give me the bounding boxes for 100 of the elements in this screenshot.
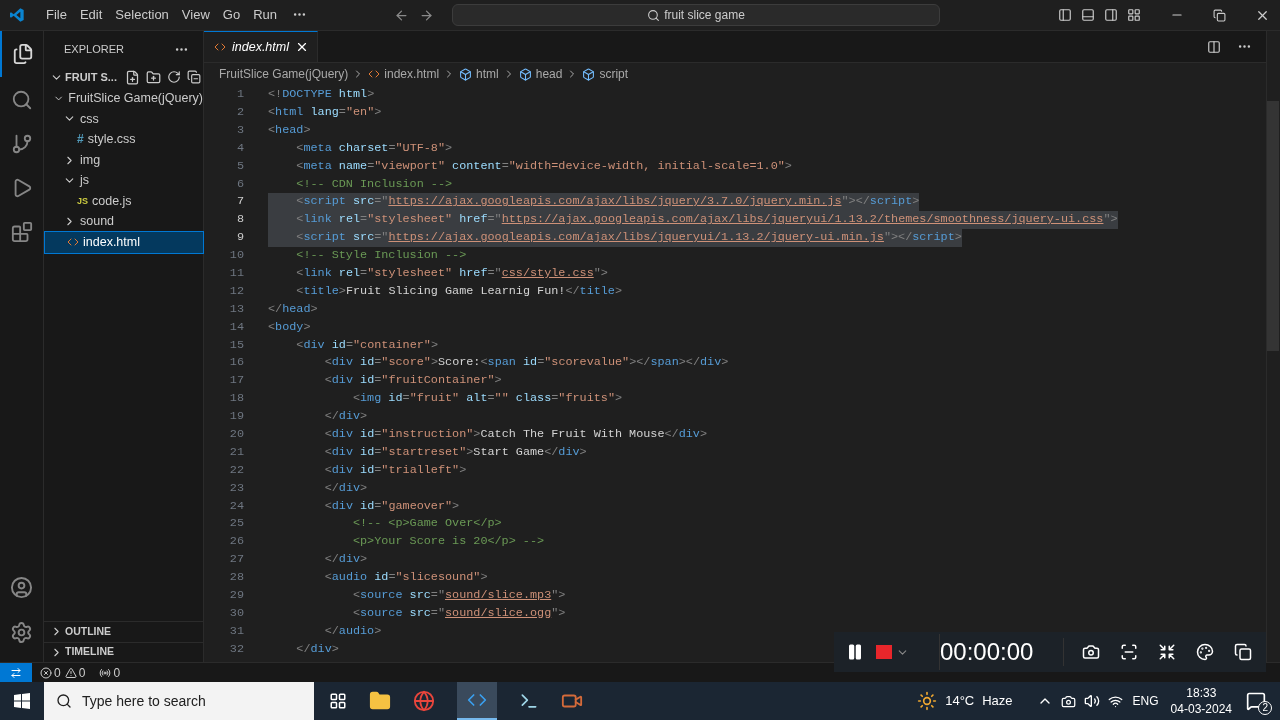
- extensions-icon[interactable]: [10, 221, 33, 243]
- warning-icon: [64, 666, 77, 679]
- line-number: 12: [228, 282, 244, 300]
- speaker-icon[interactable]: [1083, 693, 1100, 709]
- branch-icon[interactable]: [10, 133, 33, 155]
- new-folder-icon[interactable]: [145, 69, 161, 85]
- settings-icon[interactable]: [10, 621, 33, 644]
- line-number: 15: [228, 336, 244, 354]
- breadcrumb-item[interactable]: index.html: [384, 65, 440, 83]
- line-number: 29: [228, 587, 244, 605]
- search-value: fruit slice game: [664, 7, 745, 24]
- tree-item[interactable]: # style.css: [45, 129, 203, 150]
- refresh-icon[interactable]: [166, 69, 181, 84]
- code-icon: [368, 68, 381, 80]
- back-arrow-icon[interactable]: [394, 7, 409, 23]
- menu-item[interactable]: File: [40, 5, 73, 25]
- menu-item[interactable]: Selection: [109, 5, 175, 25]
- line-number: 1: [235, 86, 244, 104]
- search-field[interactable]: fruit slice game: [452, 4, 940, 26]
- focus-icon[interactable]: [1120, 643, 1138, 661]
- taskbar-search-field[interactable]: Type here to search: [44, 682, 314, 720]
- tree-item[interactable]: FruitSlice Game(jQuery): [45, 88, 203, 109]
- weather-label: Haze: [982, 692, 1013, 711]
- search-icon[interactable]: [10, 89, 33, 111]
- files-icon[interactable]: [11, 43, 34, 65]
- menu-item[interactable]: Edit: [73, 5, 109, 25]
- line-number: 27: [228, 551, 244, 569]
- code-line: <!-- CDN Inclusion -->: [295, 175, 453, 193]
- language-indicator[interactable]: ENG: [1132, 692, 1159, 710]
- menu-item[interactable]: View: [175, 5, 216, 25]
- menu-item[interactable]: Run: [247, 5, 283, 25]
- menu-item[interactable]: Go: [216, 5, 247, 25]
- editor-tab[interactable]: index.html: [204, 31, 318, 62]
- code-line: <link rel="stylesheet" href="css/style.css">: [295, 265, 608, 282]
- layout-icon[interactable]: [1127, 8, 1141, 22]
- cube-icon: [582, 67, 596, 81]
- breadcrumb-item[interactable]: FruitSlice Game(jQuery): [219, 65, 349, 83]
- split-editor-icon[interactable]: [1207, 39, 1221, 54]
- palette-icon[interactable]: [1196, 643, 1214, 661]
- code-icon: [214, 41, 226, 53]
- windows-icon[interactable]: [1234, 643, 1252, 661]
- folder-icon[interactable]: [369, 690, 391, 712]
- camera-icon[interactable]: [1060, 693, 1076, 709]
- line-number: 23: [228, 479, 244, 497]
- code-line: </div>: [323, 551, 368, 569]
- tree-item-label: index.html: [83, 234, 140, 252]
- tree-item[interactable]: js: [45, 170, 203, 191]
- warning-count: 0: [78, 664, 86, 682]
- tree-item[interactable]: sound: [45, 211, 203, 233]
- tree-item[interactable]: img: [45, 149, 203, 171]
- line-number: 2: [235, 104, 244, 121]
- pause-icon[interactable]: [846, 643, 864, 661]
- taskbar-app-button[interactable]: [457, 682, 497, 720]
- recording-timer: 00:00:00: [939, 634, 1034, 670]
- layout-icon[interactable]: [1104, 8, 1118, 22]
- new-file-icon[interactable]: [124, 69, 140, 85]
- code-line: </div>: [323, 479, 368, 497]
- line-number: 24: [228, 497, 244, 515]
- line-number: 4: [235, 139, 244, 157]
- breadcrumb-item[interactable]: head: [535, 65, 563, 83]
- code-line: <head>: [268, 121, 311, 139]
- restore-icon[interactable]: [1213, 8, 1226, 22]
- tree-item[interactable]: css: [45, 108, 203, 130]
- code-line: </div>: [323, 408, 368, 426]
- shrink-icon[interactable]: [1158, 643, 1176, 661]
- section-header[interactable]: FRUIT S...: [65, 68, 117, 86]
- code-line: <div id="container">: [295, 336, 438, 354]
- notification-icon[interactable]: [1246, 691, 1266, 711]
- problems-status[interactable]: 0 0: [40, 663, 86, 682]
- tree-item[interactable]: index.html: [45, 232, 203, 253]
- breadcrumb-item[interactable]: html: [476, 65, 499, 83]
- layout-icon[interactable]: [1058, 8, 1072, 22]
- remote-button[interactable]: [0, 663, 32, 682]
- line-number: 19: [228, 408, 244, 426]
- line-number: 8: [235, 211, 244, 229]
- clock-time[interactable]: 18:33: [1186, 685, 1217, 701]
- account-icon[interactable]: [10, 576, 33, 599]
- panel-header[interactable]: OUTLINE: [44, 621, 203, 642]
- search-icon: [56, 693, 72, 709]
- tree-item[interactable]: JS code.js: [45, 190, 203, 212]
- code-line: <!-- <p>Game Over</p>: [351, 515, 502, 533]
- collapse-icon[interactable]: [186, 69, 201, 84]
- code-line: <meta charset="UTF-8">: [295, 139, 453, 157]
- breadcrumb-item[interactable]: script: [599, 65, 629, 83]
- cube-icon: [459, 67, 473, 81]
- ports-count[interactable]: 0: [113, 663, 121, 682]
- layout-icon[interactable]: [1081, 8, 1095, 22]
- browser-icon[interactable]: [413, 690, 435, 712]
- close-icon[interactable]: [295, 40, 309, 54]
- line-number: 6: [235, 175, 244, 193]
- wifi-icon[interactable]: [1107, 693, 1123, 709]
- notification-count: 2: [1258, 701, 1272, 715]
- task-view-icon[interactable]: [329, 692, 347, 710]
- clock-date[interactable]: 04-03-2024: [1170, 701, 1232, 717]
- tree-item-label: img: [80, 151, 101, 169]
- code-line: <div id="trialleft">: [323, 461, 467, 479]
- forward-arrow-icon[interactable]: [419, 7, 434, 23]
- camera-icon[interactable]: [1082, 643, 1100, 661]
- windows-logo-icon[interactable]: [14, 693, 30, 709]
- code-line: </audio>: [323, 622, 382, 640]
